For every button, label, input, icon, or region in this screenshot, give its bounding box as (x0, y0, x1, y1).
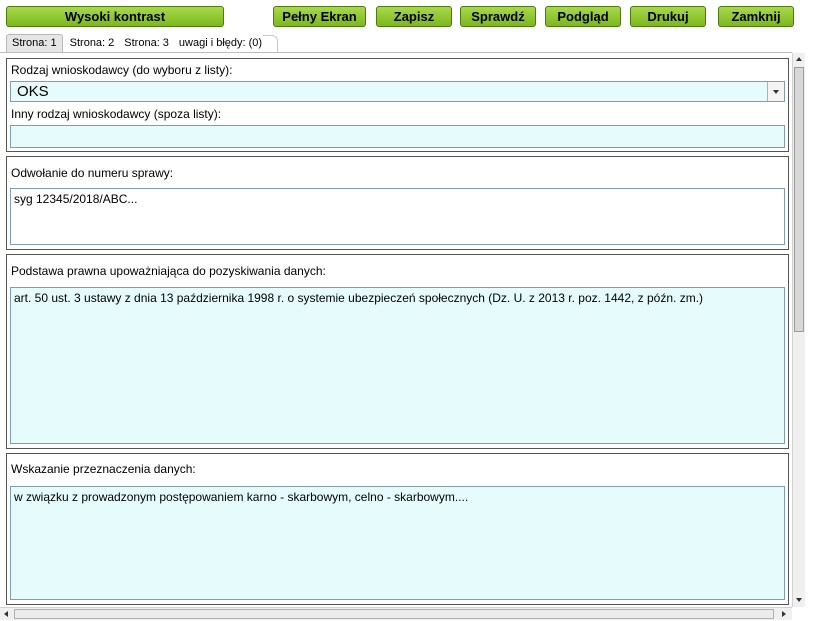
page-tabs: Strona: 1 Strona: 2 Strona: 3 uwagi i bł… (6, 33, 279, 52)
scroll-down-icon[interactable] (793, 594, 805, 606)
case-reference-input[interactable]: syg 12345/2018/ABC... (10, 188, 785, 245)
tab-bar-edge (263, 35, 279, 52)
tab-page-1[interactable]: Strona: 1 (6, 34, 63, 52)
tab-notes-errors[interactable]: uwagi i błędy: (0) (174, 35, 267, 52)
scroll-left-icon[interactable] (0, 608, 12, 620)
other-applicant-label: Inny rodzaj wnioskodawcy (spoza listy): (11, 107, 222, 121)
case-reference-section: Odwołanie do numeru sprawy: syg 12345/20… (6, 156, 789, 250)
vertical-scroll-thumb[interactable] (794, 67, 804, 332)
fullscreen-button[interactable]: Pełny Ekran (273, 6, 366, 27)
scroll-right-icon[interactable] (778, 608, 790, 620)
data-purpose-section: Wskazanie przeznaczenia danych: w związk… (6, 453, 789, 605)
applicant-type-value: OKS (17, 83, 49, 100)
tab-page-3[interactable]: Strona: 3 (119, 35, 174, 52)
data-purpose-input[interactable]: w związku z prowadzonym postępowaniem ka… (10, 486, 785, 600)
horizontal-scroll-thumb[interactable] (14, 609, 774, 619)
legal-basis-label: Podstawa prawna upoważniająca do pozyski… (11, 264, 326, 278)
applicant-type-label: Rodzaj wnioskodawcy (do wyboru z listy): (11, 63, 233, 77)
print-button[interactable]: Drukuj (630, 6, 706, 27)
preview-button[interactable]: Podgląd (545, 6, 621, 27)
chevron-down-icon[interactable] (767, 82, 784, 101)
tab-divider (0, 52, 792, 53)
data-purpose-label: Wskazanie przeznaczenia danych: (11, 462, 196, 476)
scroll-up-icon[interactable] (793, 53, 805, 65)
applicant-type-select[interactable]: OKS (10, 81, 785, 102)
high-contrast-button[interactable]: Wysoki kontrast (6, 6, 224, 27)
horizontal-scrollbar[interactable] (0, 607, 792, 620)
close-button[interactable]: Zamknij (718, 6, 794, 27)
check-button[interactable]: Sprawdź (460, 6, 536, 27)
case-reference-label: Odwołanie do numeru sprawy: (11, 166, 174, 180)
other-applicant-input[interactable] (10, 125, 785, 148)
applicant-type-section: Rodzaj wnioskodawcy (do wyboru z listy):… (6, 58, 789, 152)
legal-basis-section: Podstawa prawna upoważniająca do pozyski… (6, 254, 789, 449)
legal-basis-input[interactable]: art. 50 ust. 3 ustawy z dnia 13 paździer… (10, 287, 785, 444)
vertical-scrollbar[interactable] (792, 53, 805, 607)
tab-page-2[interactable]: Strona: 2 (65, 35, 120, 52)
save-button[interactable]: Zapisz (376, 6, 452, 27)
